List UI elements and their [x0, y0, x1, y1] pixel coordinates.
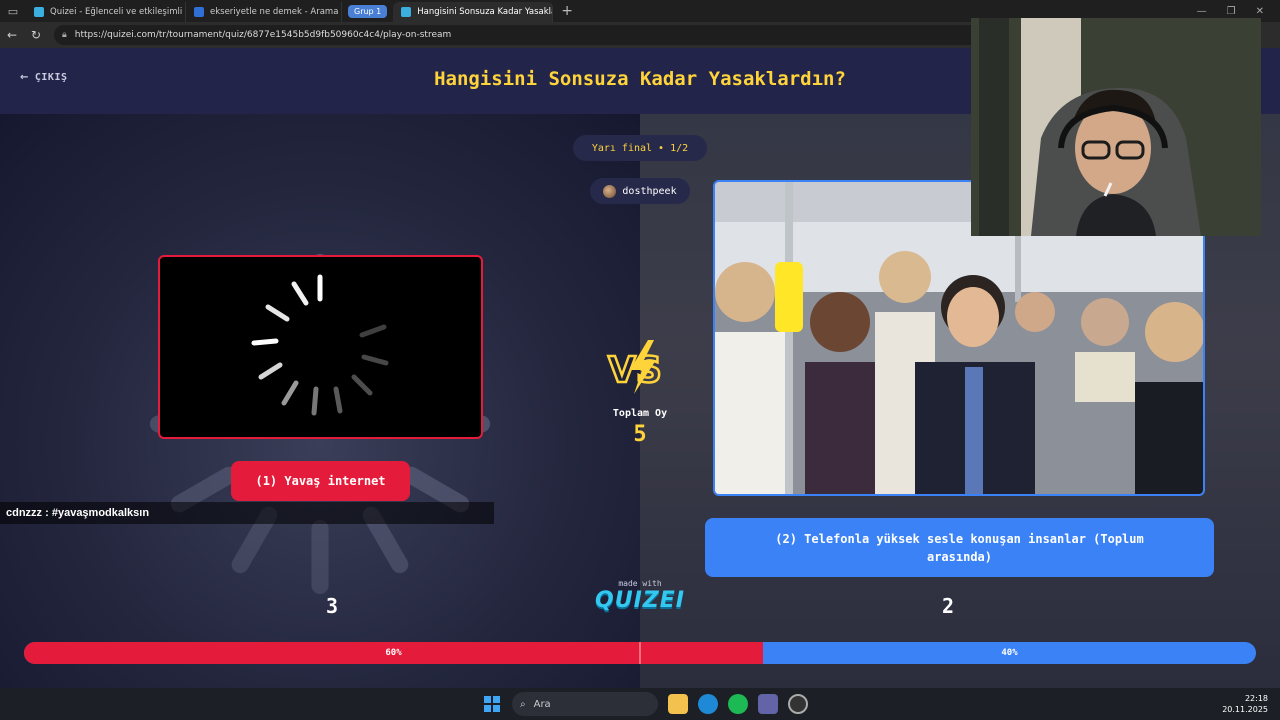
loading-spinner-icon [251, 274, 389, 416]
tab-actions-icon[interactable]: ▭ [0, 0, 26, 22]
left-percent-label: 60% [385, 648, 402, 658]
new-tab-icon[interactable]: + [561, 3, 573, 19]
close-window-icon[interactable]: ✕ [1256, 6, 1264, 17]
spotify-icon[interactable] [728, 694, 748, 714]
back-icon[interactable]: ← [0, 28, 24, 42]
right-vote-count: 2 [941, 594, 955, 618]
left-option-label[interactable]: (1) Yavaş internet [231, 461, 410, 501]
quizei-favicon-icon [34, 7, 44, 17]
tab-quizei[interactable]: Quizei - Eğlenceli ve etkileşimli q ✕ [26, 2, 186, 22]
streamer-webcam-image [971, 18, 1261, 236]
taskbar: ⌕ Ara 22:18 20.11.2025 [0, 688, 1280, 720]
windows-start-icon[interactable] [482, 694, 502, 714]
url-field[interactable]: 🔒︎ https://quizei.com/tr/tournament/quiz… [54, 25, 994, 45]
total-votes-label: Toplam Oy [612, 408, 668, 419]
maximize-icon[interactable]: ❐ [1227, 6, 1236, 17]
webcam-overlay [971, 18, 1261, 236]
chat-separator: : [42, 507, 52, 519]
edge-icon[interactable] [698, 694, 718, 714]
quizei-favicon-icon [401, 7, 412, 17]
window-controls: — ❐ ✕ [1197, 6, 1280, 17]
user-badge: dosthpeek [590, 178, 690, 204]
made-with-label: made with [618, 579, 662, 588]
chat-message: cdnzzz : #yavaşmodkalksın [0, 502, 494, 524]
vs-icon: VS [607, 340, 663, 394]
round-badge: Yarı final • 1/2 [573, 135, 707, 161]
left-option-card[interactable] [158, 255, 483, 439]
search-favicon-icon [194, 7, 204, 17]
tab-search[interactable]: ekseriyetle ne demek - Arama [186, 2, 342, 22]
search-icon: ⌕ [520, 698, 526, 710]
system-clock[interactable]: 22:18 20.11.2025 [1222, 693, 1268, 715]
right-percent-label: 40% [1001, 648, 1018, 658]
app-icon[interactable] [788, 694, 808, 714]
chat-username: cdnzzz [6, 507, 43, 519]
file-explorer-icon[interactable] [668, 694, 688, 714]
quizei-logo: QUIZEI [595, 588, 685, 613]
chat-text: #yavaşmodkalksın [51, 507, 150, 519]
total-votes-value: 5 [633, 422, 647, 447]
taskbar-search[interactable]: ⌕ Ara [512, 692, 658, 716]
tab-group-label[interactable]: Grup 1 [348, 4, 388, 18]
left-vote-count: 3 [325, 594, 339, 618]
teams-icon[interactable] [758, 694, 778, 714]
svg-text:VS: VS [608, 350, 662, 391]
minimize-icon[interactable]: — [1197, 6, 1207, 17]
avatar [603, 184, 617, 198]
vote-progress-bar: 60% 40% [24, 642, 1256, 664]
lock-icon: 🔒︎ [62, 30, 67, 40]
tab-active-quiz[interactable]: Hangisini Sonsuza Kadar Yasakla ✕ [393, 2, 554, 22]
refresh-icon[interactable]: ↻ [24, 28, 48, 42]
right-option-label[interactable]: (2) Telefonla yüksek sesle konuşan insan… [705, 518, 1214, 577]
